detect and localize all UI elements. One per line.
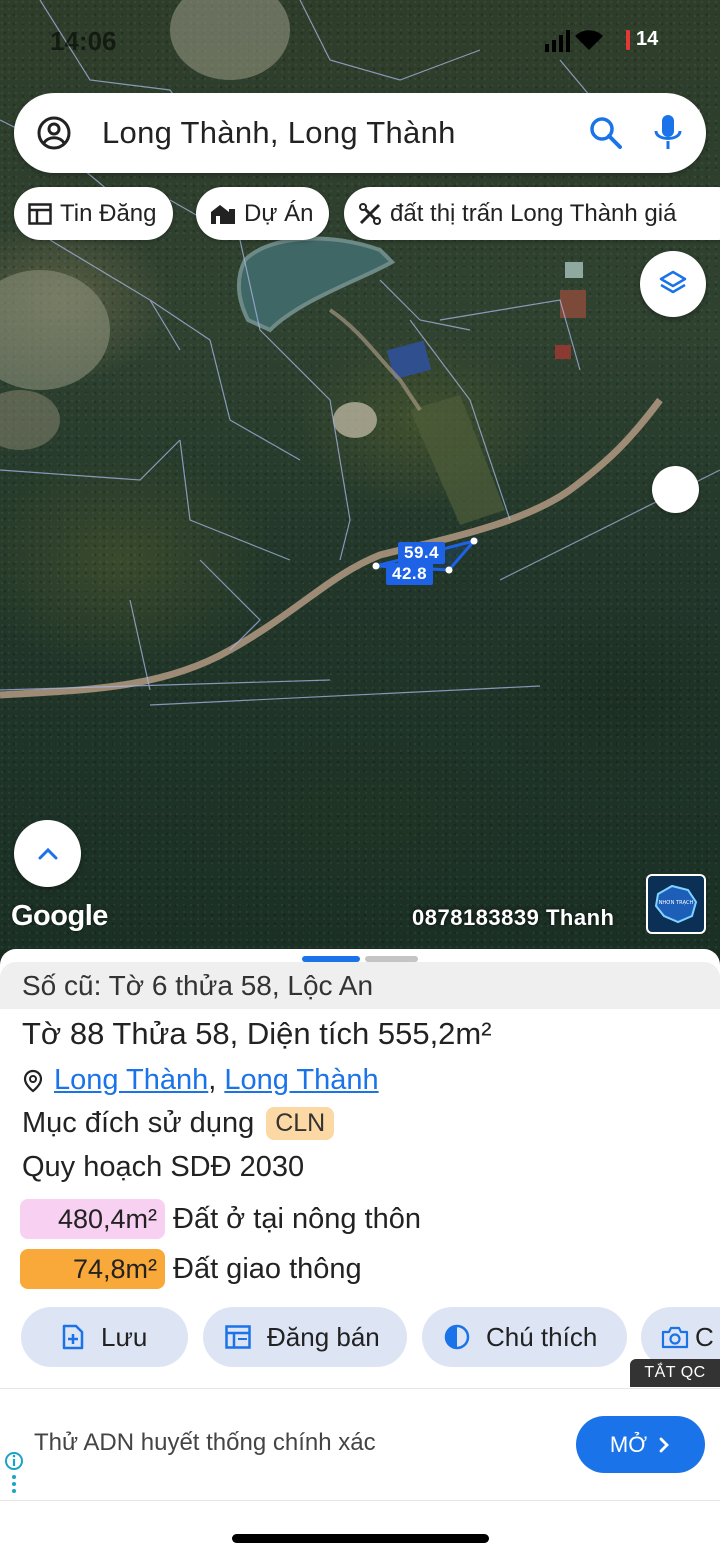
signal-wifi-icon [545,30,603,52]
area-value: 74,8m² [20,1249,165,1289]
area-value: 480,4m² [20,1199,165,1239]
area-label: Đất ở tại nông thôn [173,1202,421,1235]
expand-up-button[interactable] [14,820,81,887]
status-bar: 14:06 14 [0,24,720,60]
logo-text: NHƠN TRẠCH [659,900,694,906]
project-icon [211,204,235,224]
purpose-badge[interactable]: CLN [266,1107,335,1140]
address-separator: , [208,1064,217,1096]
area-label: Đất giao thông [173,1252,362,1285]
bare-ground [0,390,60,450]
parcel-title: Tờ 88 Thửa 58, Diện tích 555,2m² [22,1016,492,1051]
measure-label-top: 59.4 [398,542,446,564]
watermark-contact: 0878183839 Thanh [412,905,615,930]
plantation [410,395,505,525]
status-time: 14:06 [50,26,117,56]
address-link-town[interactable]: Long Thành [224,1064,378,1097]
area-row: 74,8m² Đất giao thông [20,1249,362,1289]
sheet-handle[interactable] [365,956,418,962]
camera-label: C [695,1321,714,1352]
ad-open-button[interactable]: MỞ [576,1416,705,1473]
battery-icon: 14 [626,28,664,52]
camera-button[interactable]: C [641,1307,720,1367]
chip-projects[interactable]: Dự Án [196,187,330,240]
chip-label: Tin Đăng [60,199,157,227]
post-sale-label: Đăng bán [267,1321,380,1352]
listing-icon [28,202,52,225]
region-map-icon: NHƠN TRẠCH [654,884,698,924]
map-view[interactable]: 59.4 42.8 14:06 14 Long Thành, Long Thàn… [0,0,720,950]
land-use-purpose: Mục đích sử dụng CLN [22,1107,335,1140]
account-icon[interactable] [36,115,72,151]
area-row: 480,4m² Đất ở tại nông thôn [20,1199,421,1239]
location-pin-icon [23,1069,43,1092]
save-button[interactable]: Lưu [21,1307,188,1367]
listing-icon [225,1325,251,1349]
tools-icon [359,202,381,225]
add-document-icon [62,1324,84,1350]
chevron-up-icon [38,847,57,859]
home-indicator[interactable] [232,1534,489,1543]
pond [236,236,396,333]
parcel-address: Long Thành , Long Thành [22,1064,379,1097]
bare-ground [0,270,110,390]
battery-level: 14 [636,28,659,50]
google-logo: Google [11,900,108,932]
chip-listings[interactable]: Tin Đăng [14,187,173,240]
hide-ads-button[interactable]: TẮT QC [630,1359,720,1387]
plan-heading: Quy hoạch SDĐ 2030 [22,1151,305,1183]
location-button[interactable] [652,466,699,513]
parcel-vertex [470,537,478,545]
address-link-district[interactable]: Long Thành [54,1064,208,1097]
save-label: Lưu [101,1321,148,1352]
search-icon[interactable] [588,115,624,151]
camera-icon [661,1326,689,1349]
parcel-vertex [445,566,453,574]
legend-button[interactable]: Chú thích [422,1307,627,1367]
search-bar[interactable]: Long Thành, Long Thành [14,93,706,173]
old-parcel-text: Số cũ: Tờ 6 thửa 58, Lộc An [22,970,374,1001]
chip-label: đất thị trấn Long Thành giá [390,199,677,227]
chip-label: Dự Án [244,199,314,227]
bare-ground [333,402,377,438]
building [555,345,571,359]
purpose-label: Mục đích sử dụng [22,1107,255,1139]
contrast-icon [444,1324,470,1350]
microphone-icon[interactable] [650,113,686,153]
layers-button[interactable] [640,251,706,317]
legend-label: Chú thích [486,1321,598,1352]
chip-search-suggestion[interactable]: đất thị trấn Long Thành giá [344,187,720,240]
parcel-vertex [372,562,380,570]
ad-open-label: MỞ [609,1431,648,1457]
old-parcel-row: Số cũ: Tờ 6 thửa 58, Lộc An [0,962,720,1009]
ad-text: Thử ADN huyết thống chính xác [34,1429,376,1456]
parcel-info-sheet[interactable]: Số cũ: Tờ 6 thửa 58, Lộc An Tờ 88 Thửa 5… [0,949,720,1557]
region-logo[interactable]: NHƠN TRẠCH [646,874,706,934]
search-query[interactable]: Long Thành, Long Thành [102,115,456,151]
post-sale-button[interactable]: Đăng bán [203,1307,407,1367]
sheet-handle-active[interactable] [302,956,360,962]
road [0,397,663,699]
chevron-right-icon [659,1437,670,1452]
ad-info-icon[interactable] [4,1451,24,1501]
ad-banner[interactable]: Thử ADN huyết thống chính xác MỞ [0,1388,720,1501]
building [565,262,583,278]
layers-icon [659,270,687,294]
measure-label-bottom: 42.8 [386,563,434,585]
